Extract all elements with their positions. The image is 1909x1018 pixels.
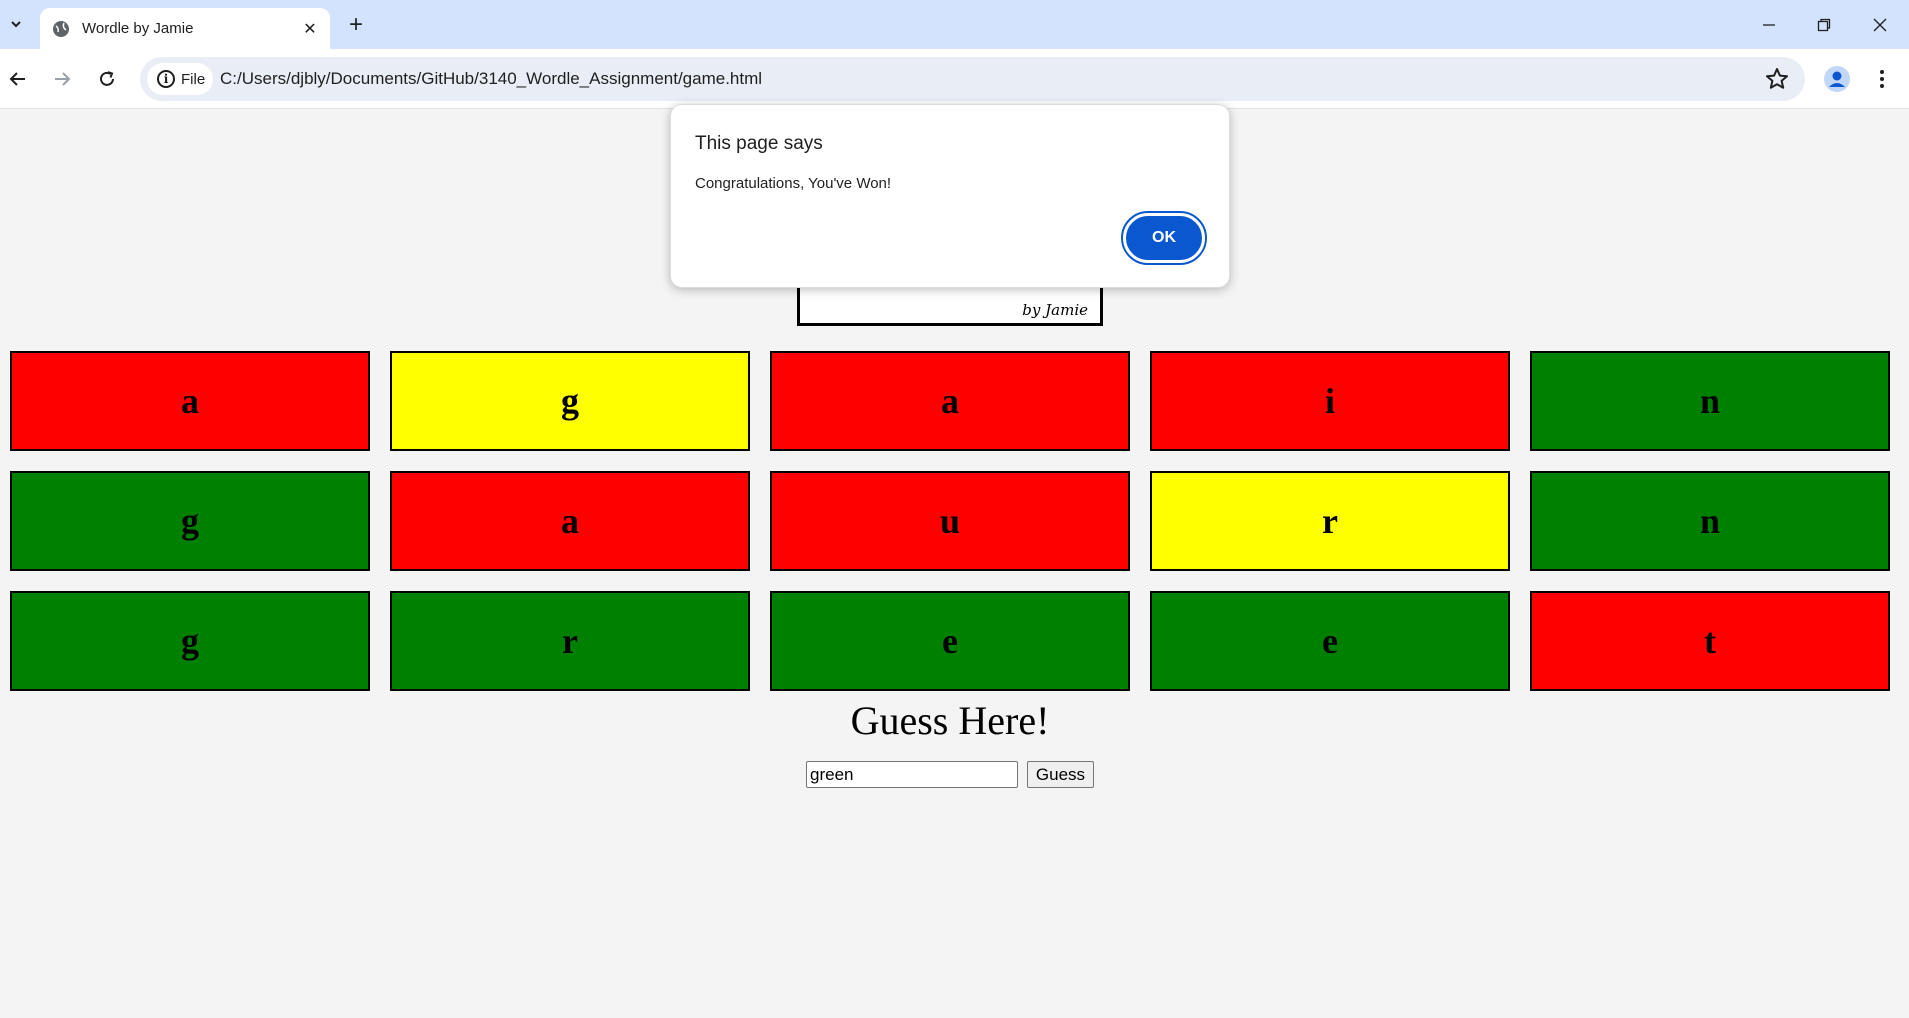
minimize-button[interactable] [1741, 0, 1796, 49]
ok-button[interactable]: OK [1121, 211, 1207, 265]
browser-menu-button[interactable] [1870, 64, 1894, 94]
letter-tile: n [1530, 351, 1890, 451]
profile-icon [1824, 66, 1850, 92]
guess-button[interactable]: Guess [1027, 761, 1094, 788]
letter-tile: e [1150, 591, 1510, 691]
restore-button[interactable] [1796, 0, 1851, 49]
browser-tab[interactable]: Wordle by Jamie ✕ [40, 8, 330, 49]
minimize-icon [1762, 23, 1775, 26]
guess-input[interactable] [806, 761, 1018, 788]
letter-tile: i [1150, 351, 1510, 451]
forward-arrow-icon [55, 72, 71, 86]
info-icon: i [157, 70, 175, 88]
new-tab-button[interactable]: + [342, 11, 370, 39]
globe-icon [53, 20, 69, 37]
letter-tile: a [390, 471, 750, 571]
letter-tile: n [1530, 471, 1890, 571]
dialog-message: Congratulations, You've Won! [695, 175, 892, 192]
forward-button[interactable] [45, 62, 79, 96]
file-chip-label: File [181, 70, 206, 88]
letter-tile: u [770, 471, 1130, 571]
address-bar[interactable]: i File C:/Users/djbly/Documents/GitHub/3… [140, 57, 1805, 101]
profile-button[interactable] [1822, 64, 1852, 94]
bookmark-star-icon[interactable] [1763, 65, 1791, 93]
browser-toolbar: i File C:/Users/djbly/Documents/GitHub/3… [0, 49, 1909, 109]
browser-tab-bar: Wordle by Jamie ✕ + [0, 0, 1909, 49]
letter-tile: g [10, 471, 370, 571]
logo-byline: by Jamie [1022, 301, 1088, 319]
letter-tile: t [1530, 591, 1890, 691]
back-button[interactable] [1, 62, 35, 96]
letter-tile: a [770, 351, 1130, 451]
close-icon [1873, 18, 1886, 31]
letter-tile: a [10, 351, 370, 451]
close-window-button[interactable] [1852, 0, 1907, 49]
close-tab-icon[interactable]: ✕ [300, 19, 320, 39]
reload-button[interactable] [90, 62, 124, 96]
dialog-heading: This page says [695, 133, 823, 154]
site-info-chip[interactable]: i File [147, 63, 213, 95]
letter-tile: e [770, 591, 1130, 691]
alert-dialog: This page says Congratulations, You've W… [670, 104, 1230, 288]
reload-icon [100, 71, 114, 86]
back-arrow-icon [9, 72, 25, 86]
tab-title: Wordle by Jamie [82, 20, 194, 37]
chevron-down-icon [11, 21, 21, 28]
letter-tile: g [390, 351, 750, 451]
letter-tile: r [1150, 471, 1510, 571]
letter-tile: g [10, 591, 370, 691]
restore-icon [1817, 18, 1830, 31]
guess-heading: Guess Here! [850, 698, 1050, 743]
more-vert-icon [1880, 70, 1884, 88]
tab-search-button[interactable] [2, 9, 30, 39]
letter-tile: r [390, 591, 750, 691]
url-text[interactable]: C:/Users/djbly/Documents/GitHub/3140_Wor… [220, 69, 762, 89]
